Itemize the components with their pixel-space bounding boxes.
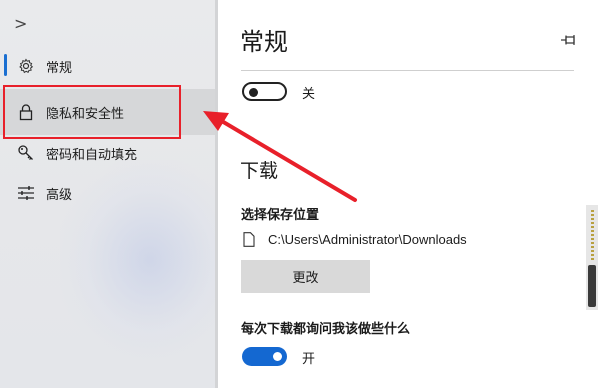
toggle-state-label: 关 bbox=[302, 87, 316, 102]
scrollbar-thumb[interactable] bbox=[588, 265, 596, 307]
sidebar-divider bbox=[215, 0, 218, 388]
gear-icon bbox=[17, 57, 35, 75]
ask-each-download-label: 每次下载都询问我该做些什么 bbox=[241, 322, 411, 337]
download-location-label: 选择保存位置 bbox=[241, 208, 320, 223]
downloads-section-title: 下载 bbox=[240, 160, 279, 182]
sidebar-item-advanced[interactable]: 高级 bbox=[0, 173, 215, 213]
toggle-state-label: 开 bbox=[302, 352, 316, 367]
section-divider bbox=[241, 70, 574, 71]
sidebar-item-passwords-autofill[interactable]: 密码和自动填充 bbox=[0, 133, 215, 173]
toggle-knob bbox=[273, 352, 282, 361]
sidebar-item-label: 高级 bbox=[46, 187, 73, 203]
sliders-icon bbox=[17, 184, 35, 202]
sidebar-item-label: 常规 bbox=[46, 60, 73, 76]
change-location-button[interactable]: 更改 bbox=[241, 260, 370, 293]
annotation-highlight-box bbox=[3, 85, 181, 139]
sidebar-item-label: 密码和自动填充 bbox=[46, 147, 138, 163]
page-title: 常规 bbox=[240, 28, 288, 56]
file-icon bbox=[243, 232, 255, 247]
pin-icon[interactable] bbox=[561, 31, 577, 45]
scrollbar-grip bbox=[591, 210, 594, 260]
top-setting-toggle[interactable] bbox=[242, 82, 287, 101]
download-path: C:\Users\Administrator\Downloads bbox=[268, 232, 467, 247]
ask-each-download-toggle[interactable] bbox=[242, 347, 287, 366]
sidebar: > 常规 隐私和安全性 密码和自动填充 高级 bbox=[0, 0, 215, 388]
sidebar-item-general[interactable]: 常规 bbox=[0, 46, 215, 86]
key-icon bbox=[17, 144, 35, 162]
collapse-sidebar-button[interactable]: > bbox=[14, 14, 34, 34]
settings-window: > 常规 隐私和安全性 密码和自动填充 高级 常规 关 下载 选择保存位置 C:… bbox=[0, 0, 607, 388]
toggle-knob bbox=[249, 87, 258, 97]
